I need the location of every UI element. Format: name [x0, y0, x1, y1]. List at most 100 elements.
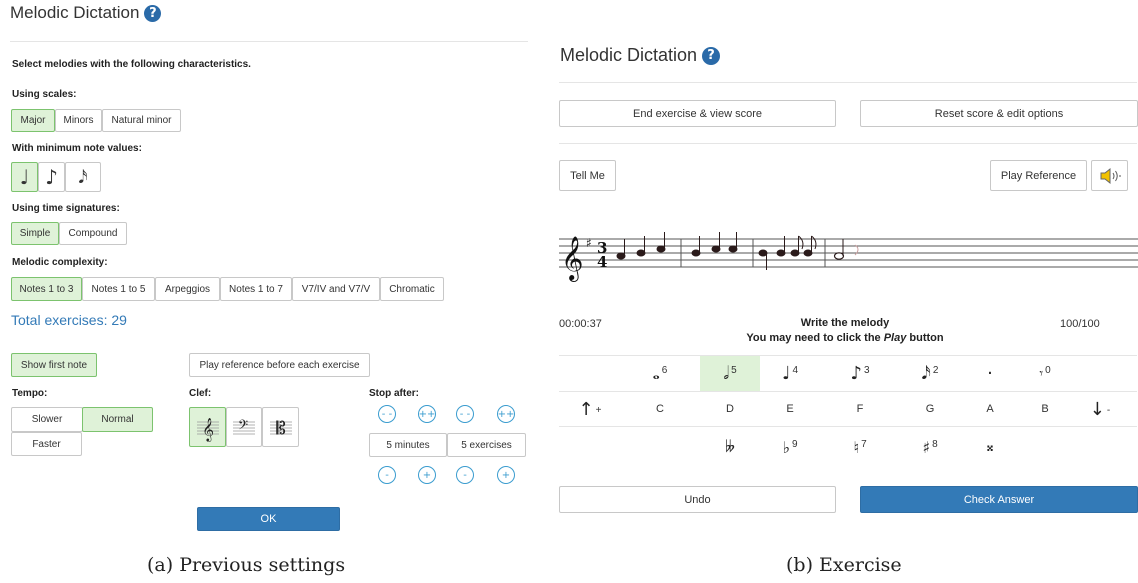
instruction-line-2: You may need to click the Play button — [715, 332, 975, 344]
min-eighth-note-button[interactable]: ♪ — [38, 162, 65, 192]
svg-text:𝄢: 𝄢 — [238, 417, 248, 436]
complexity-arpeggios-button[interactable]: Arpeggios — [155, 277, 220, 301]
duration-key: 2 — [932, 365, 939, 376]
minutes-increase-big-button[interactable]: ++ — [418, 405, 436, 423]
note-values-label: With minimum note values: — [12, 143, 142, 154]
complexity-chromatic-button[interactable]: Chromatic — [380, 277, 444, 301]
stop-minutes-field[interactable]: 5 minutes — [369, 433, 447, 457]
duration-rest-button[interactable]: 𝄾 0 — [1015, 356, 1075, 391]
time-simple-button[interactable]: Simple — [11, 222, 59, 245]
treble-clef-button[interactable]: 𝄞 — [189, 407, 226, 447]
sixteenth-note-icon: 𝅘𝅥𝅯 — [78, 166, 88, 188]
intro-text: Select melodies with the following chara… — [12, 59, 251, 70]
flat-button[interactable]: ♭ 9 — [760, 430, 820, 464]
complexity-notes-1-5-button[interactable]: Notes 1 to 5 — [82, 277, 155, 301]
check-answer-button[interactable]: Check Answer — [860, 486, 1138, 513]
min-quarter-note-button[interactable]: ♩ — [11, 162, 38, 192]
bass-clef-icon: 𝄢 — [233, 417, 255, 436]
eighth-note-icon: ♪ — [850, 363, 862, 384]
scale-natural-minor-button[interactable]: Natural minor — [102, 109, 181, 132]
scale-minors-button[interactable]: Minors — [55, 109, 102, 132]
minutes-decrease-big-button[interactable]: - - — [378, 405, 396, 423]
pitch-a-button[interactable]: A — [960, 392, 1020, 426]
help-icon[interactable]: ? — [144, 4, 162, 22]
quarter-note-icon: ♩ — [781, 363, 791, 384]
accidental-key: 9 — [791, 438, 798, 450]
duration-whole-button[interactable]: 𝅝 6 — [630, 356, 690, 391]
whole-note-icon: 𝅝 — [652, 363, 660, 384]
speaker-icon — [1100, 167, 1121, 184]
duration-quarter-button[interactable]: ♩ 4 — [760, 356, 820, 391]
min-sixteenth-note-button[interactable]: 𝅘𝅥𝅯 — [65, 162, 101, 192]
show-first-note-button[interactable]: Show first note — [11, 353, 97, 377]
undo-button[interactable]: Undo — [559, 486, 836, 513]
dot-icon: · — [987, 363, 993, 384]
scale-major-button[interactable]: Major — [11, 109, 55, 132]
octave-down-button[interactable]: ↓ - — [1075, 392, 1125, 426]
octave-down-key: - — [1106, 404, 1111, 416]
pitch-g-button[interactable]: G — [900, 392, 960, 426]
divider — [559, 426, 1137, 427]
stop-after-label: Stop after: — [369, 388, 419, 399]
pitch-f-button[interactable]: F — [830, 392, 890, 426]
tempo-faster-button[interactable]: Faster — [11, 432, 82, 456]
accidental-key: 8 — [932, 438, 938, 450]
pitch-e-button[interactable]: E — [760, 392, 820, 426]
exercise-title-text: Melodic Dictation — [560, 45, 698, 65]
complexity-notes-1-7-button[interactable]: Notes 1 to 7 — [220, 277, 292, 301]
stop-exercises-field[interactable]: 5 exercises — [447, 433, 526, 457]
clef-label: Clef: — [189, 388, 212, 399]
sharp-button[interactable]: ♯ 8 — [900, 430, 960, 464]
sixteenth-note-icon: 𝅘𝅥𝅯 — [921, 363, 931, 384]
time-compound-button[interactable]: Compound — [59, 222, 127, 245]
double-flat-button[interactable]: 𝄫 — [700, 430, 760, 464]
duration-sixteenth-button[interactable]: 𝅘𝅥𝅯 2 — [900, 356, 960, 391]
tempo-slower-button[interactable]: Slower — [11, 407, 83, 432]
alto-clef-button[interactable]: 𝄡 — [262, 407, 299, 447]
natural-button[interactable]: ♮ 7 — [830, 430, 890, 464]
end-exercise-button[interactable]: End exercise & view score — [559, 100, 836, 127]
pitch-c-button[interactable]: C — [630, 392, 690, 426]
exercises-increase-button[interactable]: + — [497, 466, 515, 484]
eighth-note-icon: ♪ — [45, 165, 58, 189]
exercises-increase-big-button[interactable]: ++ — [497, 405, 515, 423]
play-reference-each-button[interactable]: Play reference before each exercise — [189, 353, 370, 377]
caption-a: (a) Previous settings — [147, 554, 346, 576]
duration-dot-button[interactable]: · — [960, 356, 1020, 391]
reset-score-button[interactable]: Reset score & edit options — [860, 100, 1138, 127]
duration-half-button[interactable]: 𝅗𝅥 5 — [700, 356, 760, 391]
total-exercises: Total exercises: 29 — [11, 312, 127, 328]
flat-icon: ♭ — [782, 437, 790, 457]
tempo-normal-button[interactable]: Normal — [82, 407, 153, 432]
double-flat-icon: 𝄫 — [725, 437, 735, 456]
exercise-title: Melodic Dictation ? — [560, 45, 721, 66]
octave-up-button[interactable]: ↑ + — [565, 392, 615, 426]
melody-notes — [616, 232, 845, 270]
settings-title: Melodic Dictation ? — [10, 3, 162, 23]
bass-clef-button[interactable]: 𝄢 — [226, 407, 262, 447]
ok-button[interactable]: OK — [197, 507, 340, 531]
pitch-b-button[interactable]: B — [1015, 392, 1075, 426]
speaker-button[interactable] — [1091, 160, 1128, 191]
duration-eighth-button[interactable]: ♪ 3 — [830, 356, 890, 391]
divider — [10, 41, 528, 42]
complexity-label: Melodic complexity: — [12, 257, 108, 268]
exercises-decrease-big-button[interactable]: - - — [456, 405, 474, 423]
treble-clef-icon: 𝄞 — [561, 236, 583, 282]
score-staff[interactable]: 𝄞 ♯ 3 4 — [559, 225, 1138, 285]
svg-text:𝄞: 𝄞 — [561, 236, 583, 282]
exercises-decrease-button[interactable]: - — [456, 466, 474, 484]
play-reference-button[interactable]: Play Reference — [990, 160, 1087, 191]
tell-me-button[interactable]: Tell Me — [559, 160, 616, 191]
help-icon[interactable]: ? — [702, 46, 721, 65]
octave-up-key: + — [595, 404, 602, 416]
duration-key: 5 — [731, 365, 737, 376]
complexity-notes-1-3-button[interactable]: Notes 1 to 3 — [11, 277, 82, 301]
minutes-increase-button[interactable]: + — [418, 466, 436, 484]
minutes-decrease-button[interactable]: - — [378, 466, 396, 484]
caption-b: (b) Exercise — [786, 554, 902, 576]
complexity-v7-button[interactable]: V7/IV and V7/V — [292, 277, 380, 301]
instruction-play-word: Play — [883, 332, 907, 344]
pitch-d-button[interactable]: D — [700, 392, 760, 426]
double-sharp-button[interactable]: 𝄪 — [960, 430, 1020, 464]
